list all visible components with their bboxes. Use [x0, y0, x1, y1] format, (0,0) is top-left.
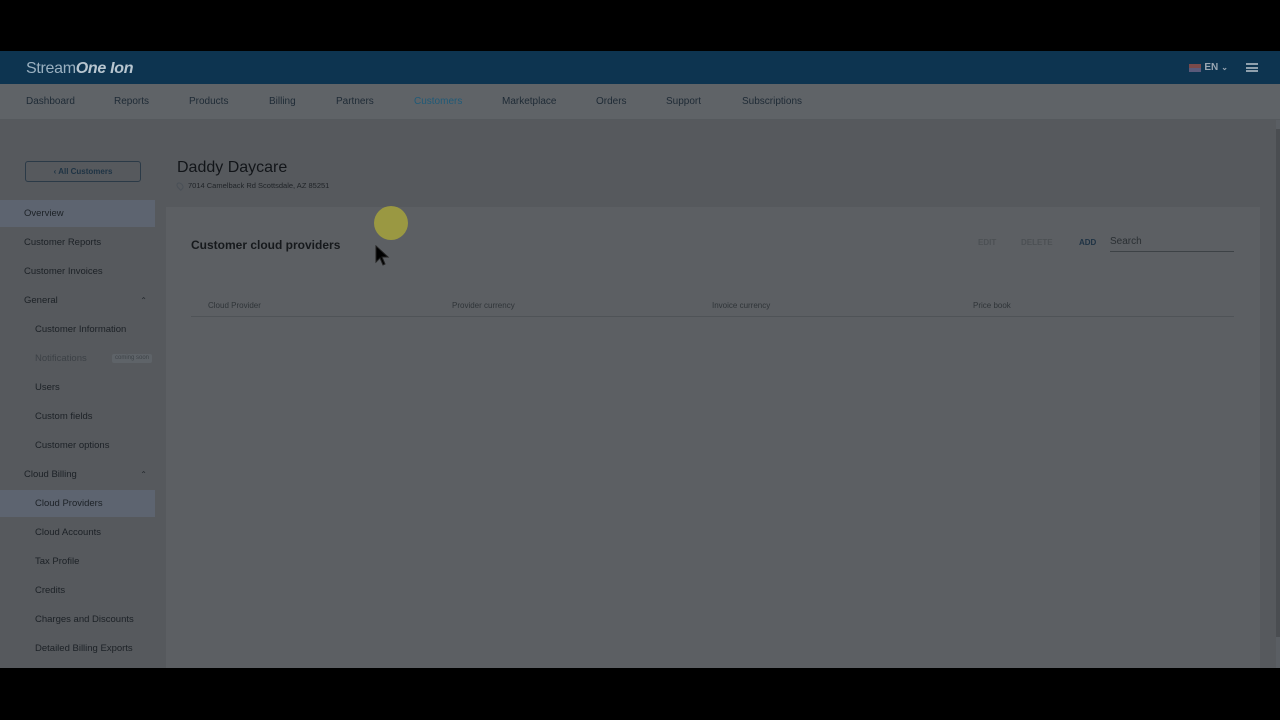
page-body: ‹ All Customers Daddy Daycare 7014 Camel…	[0, 120, 1276, 668]
cloud-providers-panel: Customer cloud providers EDIT DELETE ADD…	[166, 207, 1260, 668]
delete-button[interactable]: DELETE	[1021, 238, 1053, 247]
location-pin-icon	[175, 180, 185, 191]
search-input[interactable]	[1110, 232, 1234, 252]
main-nav: Dashboard Reports Products Billing Partn…	[0, 84, 1280, 120]
sidebar-item-users[interactable]: Users	[0, 374, 155, 401]
column-invoice-currency[interactable]: Invoice currency	[712, 301, 770, 310]
sidebar-item-detailed-billing-exports[interactable]: Detailed Billing Exports	[0, 635, 155, 662]
column-provider-currency[interactable]: Provider currency	[452, 301, 515, 310]
nav-orders[interactable]: Orders	[596, 96, 627, 107]
nav-dashboard[interactable]: Dashboard	[26, 96, 75, 107]
mouse-cursor-icon	[375, 245, 390, 266]
sidebar-item-customer-options[interactable]: Customer options	[0, 432, 155, 459]
nav-partners[interactable]: Partners	[336, 96, 374, 107]
app-logo[interactable]: StreamOne Ion	[26, 60, 134, 78]
customer-address: 7014 Camelback Rd Scottsdale, AZ 85251	[175, 180, 329, 191]
sidebar-item-cloud-providers[interactable]: Cloud Providers	[0, 490, 155, 517]
chevron-left-icon: ‹	[53, 167, 57, 176]
chevron-up-icon: ⌃	[140, 470, 147, 479]
us-flag-icon	[1189, 63, 1202, 72]
sidebar-item-charges-and-discounts[interactable]: Charges and Discounts	[0, 606, 155, 633]
section-title: Customer cloud providers	[191, 238, 341, 252]
sidebar-item-credits[interactable]: Credits	[0, 577, 155, 604]
sidebar-item-cloud-accounts[interactable]: Cloud Accounts	[0, 519, 155, 546]
sidebar-item-customer-reports[interactable]: Customer Reports	[0, 229, 155, 256]
nav-customers[interactable]: Customers	[414, 96, 462, 107]
nav-marketplace[interactable]: Marketplace	[502, 96, 556, 107]
chevron-up-icon: ⌃	[140, 296, 147, 305]
hamburger-menu-icon[interactable]	[1246, 63, 1258, 72]
app-window: StreamOne Ion EN ⌄ Dashboard Reports Pro…	[0, 51, 1280, 668]
nav-support[interactable]: Support	[666, 96, 701, 107]
chevron-down-icon: ⌄	[1221, 63, 1228, 72]
column-price-book[interactable]: Price book	[973, 301, 1011, 310]
sidebar-item-custom-fields[interactable]: Custom fields	[0, 403, 155, 430]
all-customers-button[interactable]: ‹ All Customers	[25, 161, 141, 182]
page-scrollbar[interactable]	[1276, 129, 1280, 637]
nav-reports[interactable]: Reports	[114, 96, 149, 107]
sidebar-item-notifications: Notifications coming soon	[0, 345, 155, 372]
sidebar-item-customer-invoices[interactable]: Customer Invoices	[0, 258, 155, 285]
nav-billing[interactable]: Billing	[269, 96, 296, 107]
sidebar-item-customer-information[interactable]: Customer Information	[0, 316, 155, 343]
sidebar-group-general[interactable]: General ⌃	[0, 287, 155, 314]
table-header: Cloud Provider Provider currency Invoice…	[191, 295, 1234, 317]
nav-products[interactable]: Products	[189, 96, 228, 107]
sidebar-item-overview[interactable]: Overview	[0, 200, 155, 227]
language-label: EN	[1204, 62, 1219, 73]
column-cloud-provider[interactable]: Cloud Provider	[208, 301, 261, 310]
sidebar-item-tax-profile[interactable]: Tax Profile	[0, 548, 155, 575]
language-selector[interactable]: EN ⌄	[1189, 62, 1228, 73]
sidebar-group-cloud-billing[interactable]: Cloud Billing ⌃	[0, 461, 155, 488]
top-bar: StreamOne Ion EN ⌄	[0, 51, 1280, 84]
page-title: Daddy Daycare	[177, 159, 288, 176]
nav-subscriptions[interactable]: Subscriptions	[742, 96, 802, 107]
edit-button[interactable]: EDIT	[978, 238, 996, 247]
add-button[interactable]: ADD	[1079, 238, 1096, 247]
cursor-highlight	[374, 206, 408, 240]
coming-soon-badge: coming soon	[112, 354, 153, 363]
